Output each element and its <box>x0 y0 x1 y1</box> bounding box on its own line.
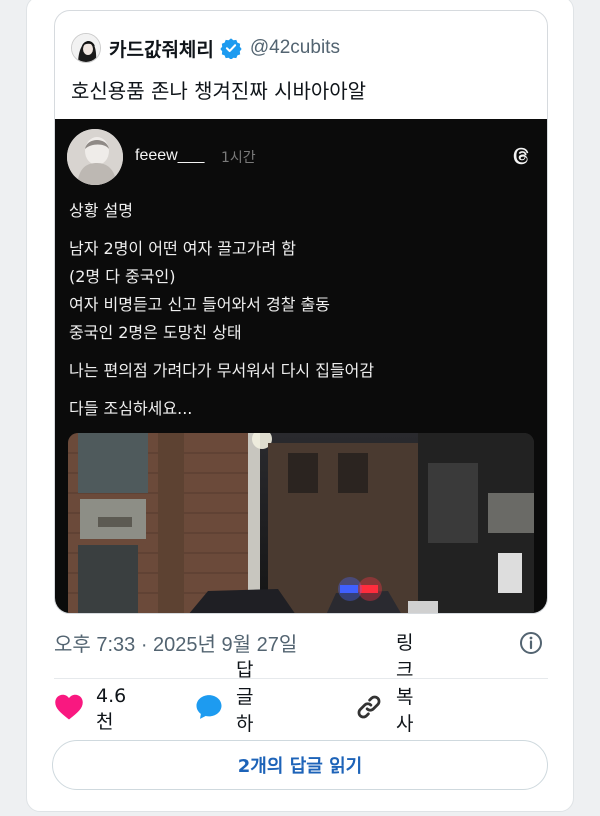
quoted-tweet[interactable]: 카드값줘체리 @42cubits 호신용품 존나 챙겨진짜 시바아아알 feee… <box>54 10 548 614</box>
verified-badge-icon <box>220 37 242 60</box>
tweet-timestamp[interactable]: 오후 7:33 · 2025년 9월 27일 <box>54 628 297 657</box>
copy-link-button[interactable]: 링크 복사하기 <box>354 632 413 789</box>
threads-time: 1시간 <box>221 150 256 166</box>
post-line: 중국인 2명은 도망친 상태 <box>69 323 242 342</box>
threads-screenshot[interactable]: feeew___ 1시간 상황 설명 남자 2명이 어떤 여자 끌고가려 함 (… <box>55 119 547 613</box>
divider <box>54 678 548 679</box>
quoted-tweet-header: 카드값줘체리 @42cubits <box>71 33 340 63</box>
speech-bubble-icon <box>194 692 224 727</box>
quoted-tweet-text: 호신용품 존나 챙겨진짜 시바아아알 <box>71 79 367 103</box>
link-icon <box>354 692 384 727</box>
post-line: (2명 다 중국인) <box>69 267 176 286</box>
post-line: 나는 편의점 가려다가 무서워서 다시 집들어감 <box>69 361 375 380</box>
threads-logo-icon <box>511 145 533 167</box>
post-line: 상황 설명 <box>69 201 133 220</box>
post-line: 다들 조심하세요... <box>69 399 193 418</box>
avatar[interactable] <box>71 33 101 63</box>
street-photo[interactable] <box>68 433 534 613</box>
like-count: 4.6천 <box>96 684 127 733</box>
handle[interactable]: @42cubits <box>250 37 340 59</box>
threads-username: feeew___ <box>135 147 205 164</box>
info-icon[interactable] <box>519 631 543 655</box>
like-button[interactable]: 4.6천 <box>54 685 126 733</box>
reply-button[interactable]: 답글하기 <box>194 659 253 762</box>
read-replies-button[interactable]: 2개의 답글 읽기 <box>52 740 548 790</box>
post-line: 남자 2명이 어떤 여자 끌고가려 함 <box>69 239 296 258</box>
threads-avatar <box>67 129 123 185</box>
threads-post-body: 상황 설명 남자 2명이 어떤 여자 끌고가려 함 (2명 다 중국인) 여자 … <box>69 197 374 423</box>
post-line: 여자 비명듣고 신고 들어와서 경찰 출동 <box>69 295 330 314</box>
display-name[interactable]: 카드값줘체리 <box>109 35 214 62</box>
heart-icon <box>54 693 84 726</box>
